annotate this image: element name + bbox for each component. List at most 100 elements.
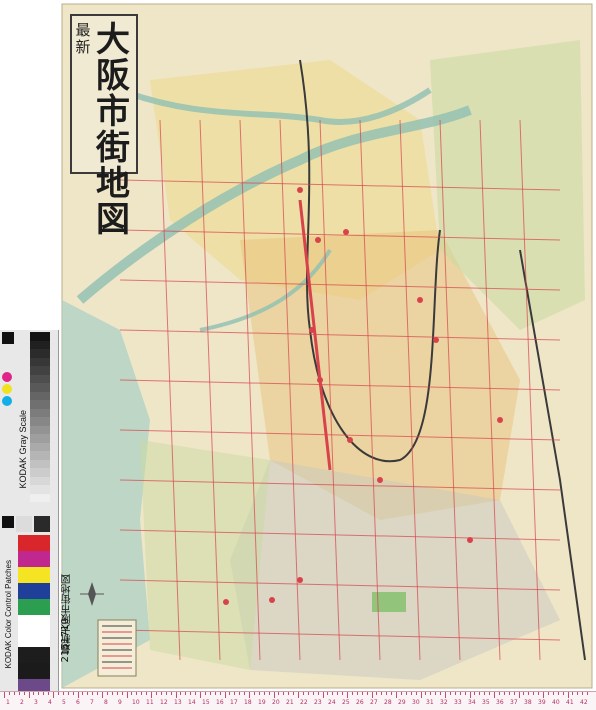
ruler-number: 32 bbox=[440, 699, 448, 706]
ruler-tick bbox=[337, 692, 339, 695]
ruler-tick bbox=[435, 692, 437, 695]
ruler-tick bbox=[155, 692, 157, 695]
ruler-number: 26 bbox=[356, 699, 364, 706]
ruler-tick bbox=[175, 692, 177, 698]
ruler-tick bbox=[528, 692, 530, 695]
ruler-tick bbox=[538, 692, 540, 695]
ruler-number: 5 bbox=[62, 699, 66, 706]
gray-step-18 bbox=[30, 485, 50, 494]
color-patch-2 bbox=[18, 567, 50, 583]
ruler-tick bbox=[278, 692, 280, 695]
ruler-tick bbox=[351, 692, 353, 695]
ruler-tick bbox=[557, 692, 559, 695]
ruler-tick bbox=[552, 692, 554, 695]
ruler-tick bbox=[479, 692, 481, 695]
ruler-tick bbox=[4, 692, 5, 698]
ruler-number: 11 bbox=[146, 699, 154, 706]
ruler-tick bbox=[219, 692, 221, 695]
color-patch-7 bbox=[18, 647, 50, 663]
ruler-tick bbox=[508, 692, 510, 695]
ruler-tick bbox=[62, 692, 64, 695]
landmark-dot-13 bbox=[497, 417, 503, 423]
ruler-tick bbox=[342, 692, 344, 695]
ruler-number: 3 bbox=[34, 699, 38, 706]
color-patch-0 bbox=[18, 535, 50, 551]
gray-step-10 bbox=[30, 417, 50, 426]
ruler-tick bbox=[567, 692, 569, 698]
ruler-tick bbox=[518, 692, 520, 698]
landmark-dot-1 bbox=[315, 237, 321, 243]
gray-small-patch-1 bbox=[16, 516, 32, 532]
cmy-dot-magenta bbox=[2, 372, 12, 382]
cmy-dot-yellow bbox=[2, 384, 12, 394]
gray-step-14 bbox=[30, 451, 50, 460]
ruler-tick bbox=[146, 692, 148, 695]
ruler-number: 35 bbox=[482, 699, 490, 706]
ruler-number: 8 bbox=[104, 699, 108, 706]
district-southwest bbox=[140, 440, 270, 670]
ruler-tick bbox=[258, 692, 260, 695]
ruler-tick bbox=[53, 692, 54, 698]
landmark-dot-5 bbox=[347, 437, 353, 443]
ruler-tick bbox=[302, 692, 304, 695]
ruler-number: 9 bbox=[118, 699, 122, 706]
ruler-number: 27 bbox=[370, 699, 378, 706]
ruler-number: 22 bbox=[300, 699, 308, 706]
ruler-tick bbox=[209, 692, 211, 695]
gray-step-2 bbox=[30, 349, 50, 358]
ruler-tick bbox=[92, 692, 94, 695]
ruler-tick bbox=[102, 692, 103, 698]
ruler-tick bbox=[577, 692, 579, 695]
scan-canvas: 最新 大阪市街地図 KODAK Gray Scale KODAK Color C… bbox=[0, 0, 596, 710]
ruler-tick bbox=[391, 692, 393, 695]
ruler-number: 2 bbox=[20, 699, 24, 706]
ruler-tick bbox=[405, 692, 407, 695]
landmark-dot-7 bbox=[433, 337, 439, 343]
color-patch-1 bbox=[18, 551, 50, 567]
gray-step-4 bbox=[30, 366, 50, 375]
ruler-tick bbox=[415, 692, 417, 695]
gray-step-0 bbox=[30, 332, 50, 341]
ruler-number: 38 bbox=[524, 699, 532, 706]
ruler-tick bbox=[425, 692, 427, 695]
ruler-tick bbox=[533, 692, 535, 695]
ruler-number: 25 bbox=[342, 699, 350, 706]
ruler-number: 12 bbox=[160, 699, 168, 706]
color-patches-strip bbox=[18, 535, 50, 695]
landmark-dot-6 bbox=[377, 477, 383, 483]
ruler-tick bbox=[464, 692, 466, 695]
ruler-tick bbox=[214, 692, 216, 695]
ruler-tick bbox=[273, 692, 275, 698]
ruler-tick bbox=[307, 692, 309, 695]
landmark-dot-10 bbox=[269, 597, 275, 603]
gray-step-6 bbox=[30, 383, 50, 392]
ruler-tick bbox=[332, 692, 334, 695]
color-patch-3 bbox=[18, 583, 50, 599]
ruler-tick bbox=[77, 692, 79, 698]
ruler-tick bbox=[298, 692, 299, 698]
ruler-tick bbox=[445, 692, 446, 698]
ruler-number: 10 bbox=[132, 699, 140, 706]
ruler-tick bbox=[38, 692, 40, 695]
color-patch-6 bbox=[18, 631, 50, 647]
ruler-number: 41 bbox=[566, 699, 574, 706]
gray-step-11 bbox=[30, 425, 50, 434]
ruler-tick bbox=[459, 692, 461, 695]
gray-step-5 bbox=[30, 374, 50, 383]
ruler-tick bbox=[13, 692, 15, 695]
gray-scale-strip bbox=[30, 332, 50, 502]
ruler-tick bbox=[430, 692, 432, 695]
ruler-tick bbox=[28, 692, 30, 698]
ruler-number: 30 bbox=[412, 699, 420, 706]
ruler-tick bbox=[67, 692, 69, 695]
ruler-number: 15 bbox=[202, 699, 210, 706]
ruler-tick bbox=[268, 692, 270, 695]
ruler-number: 13 bbox=[174, 699, 182, 706]
gray-step-13 bbox=[30, 442, 50, 451]
gray-step-17 bbox=[30, 476, 50, 485]
ruler-tick bbox=[322, 692, 324, 698]
ruler-tick bbox=[111, 692, 113, 695]
ruler-tick bbox=[587, 692, 589, 695]
ruler-tick bbox=[371, 692, 373, 698]
landmark-dot-2 bbox=[343, 229, 349, 235]
